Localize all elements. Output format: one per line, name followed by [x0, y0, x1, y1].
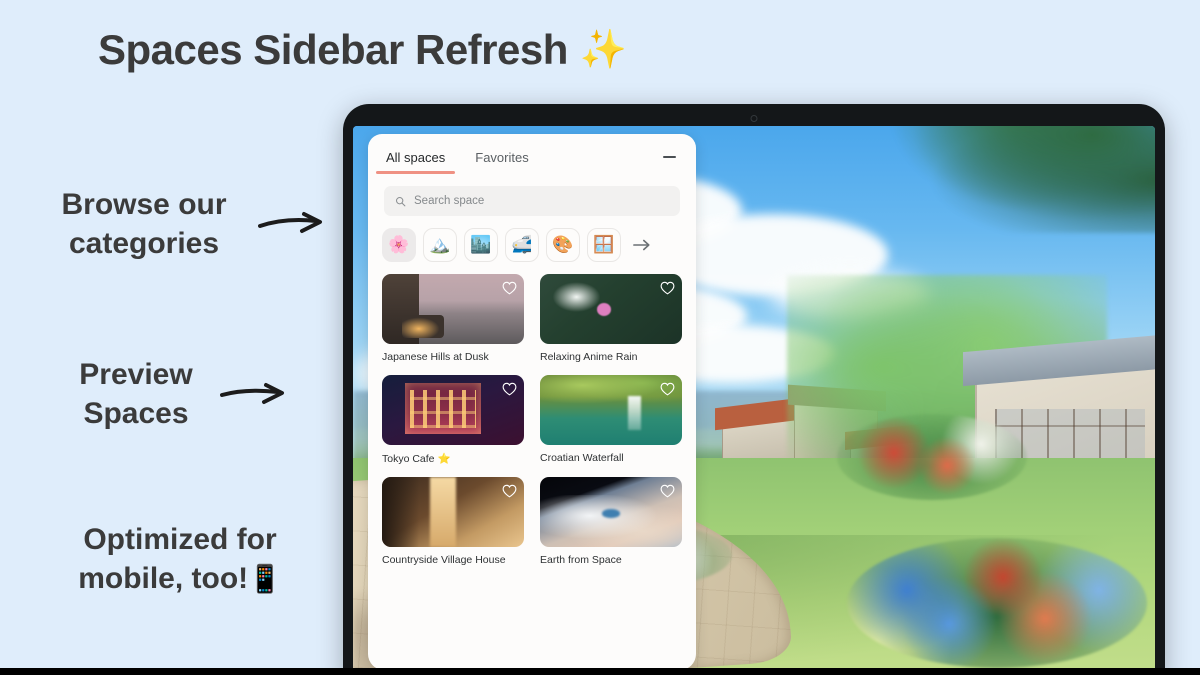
annotation-preview-spaces: Preview Spaces — [66, 355, 336, 433]
favorite-button[interactable] — [659, 279, 676, 296]
heart-icon — [502, 281, 517, 294]
cityscape-icon: 🏙️ — [470, 235, 492, 254]
space-thumbnail — [540, 477, 682, 547]
palette-icon: 🎨 — [552, 235, 574, 254]
space-card[interactable]: Relaxing Anime Rain — [540, 274, 682, 363]
heart-icon — [502, 484, 517, 497]
wallpaper-flowerbed — [846, 537, 1147, 668]
annotation-mobile-optimized: Optimized for mobile, too!📱 — [30, 520, 340, 598]
sidebar-tabs: All spaces Favorites — [368, 134, 696, 174]
arrow-right-icon — [633, 239, 650, 251]
category-chip-train[interactable]: 🚅 — [505, 228, 539, 262]
space-title: Tokyo Cafe ⭐ — [382, 453, 451, 465]
space-card[interactable]: Croatian Waterfall — [540, 375, 682, 465]
favorite-button[interactable] — [659, 380, 676, 397]
wallpaper-flowerbed — [836, 413, 1027, 500]
spaces-sidebar-panel: All spaces Favorites Search space 🌸 🏔️ 🏙… — [368, 134, 696, 668]
space-thumbnail — [382, 274, 524, 344]
category-filter-row: 🌸 🏔️ 🏙️ 🚅 🎨 🪟 — [368, 216, 696, 272]
minimize-button[interactable] — [658, 146, 680, 168]
annotation-mobile-optimized-label: Optimized for mobile, too!📱 — [30, 520, 330, 598]
annotation-preview-spaces-label: Preview Spaces — [79, 358, 193, 430]
favorite-button[interactable] — [501, 482, 518, 499]
space-card[interactable]: Earth from Space — [540, 477, 682, 566]
search-placeholder: Search space — [414, 195, 485, 207]
category-chip-mountain[interactable]: 🏔️ — [423, 228, 457, 262]
slide-canvas: Spaces Sidebar Refresh ✨ Browse our cate… — [0, 0, 1200, 668]
tab-favorites[interactable]: Favorites — [473, 146, 530, 174]
space-thumbnail — [382, 477, 524, 547]
space-title: Earth from Space — [540, 554, 622, 566]
category-chip-window[interactable]: 🪟 — [587, 228, 621, 262]
search-input[interactable]: Search space — [384, 186, 680, 216]
heart-icon — [502, 382, 517, 395]
space-card[interactable]: Japanese Hills at Dusk — [382, 274, 524, 363]
annotation-browse-categories: Browse our categories — [44, 185, 334, 263]
annotation-mobile-optimized-text: Optimized for mobile, too! — [78, 523, 277, 595]
wallpaper-tree — [889, 126, 1155, 233]
favorite-button[interactable] — [659, 482, 676, 499]
space-card[interactable]: Countryside Village House — [382, 477, 524, 566]
bottom-bar — [0, 668, 1200, 675]
favorite-button[interactable] — [501, 279, 518, 296]
heart-icon — [660, 382, 675, 395]
category-chip-art[interactable]: 🎨 — [546, 228, 580, 262]
right-arrow-icon — [220, 383, 284, 404]
sparkles-icon: ✨ — [579, 29, 627, 71]
minimize-icon — [662, 156, 676, 158]
space-title: Japanese Hills at Dusk — [382, 351, 489, 363]
favorite-button[interactable] — [501, 380, 518, 397]
blossom-icon: 🌸 — [388, 235, 410, 254]
space-title: Croatian Waterfall — [540, 452, 624, 464]
space-thumbnail — [540, 375, 682, 445]
tab-all-spaces[interactable]: All spaces — [375, 146, 456, 174]
search-icon — [395, 196, 406, 206]
categories-next-button[interactable] — [631, 234, 653, 256]
tablet-device: All spaces Favorites Search space 🌸 🏔️ 🏙… — [343, 104, 1165, 668]
right-arrow-icon — [258, 212, 322, 233]
category-chip-blossom[interactable]: 🌸 — [382, 228, 416, 262]
page-title-text: Spaces Sidebar Refresh — [98, 26, 568, 73]
heart-icon — [660, 484, 675, 497]
tablet-screen: All spaces Favorites Search space 🌸 🏔️ 🏙… — [353, 126, 1155, 668]
train-icon: 🚅 — [511, 235, 533, 254]
spaces-grid: Japanese Hills at Dusk Relaxing Anime Ra… — [368, 272, 696, 668]
space-title: Countryside Village House — [382, 554, 506, 566]
space-title: Relaxing Anime Rain — [540, 351, 638, 363]
page-title: Spaces Sidebar Refresh ✨ — [98, 26, 627, 74]
space-card[interactable]: Tokyo Cafe ⭐ — [382, 375, 524, 465]
space-thumbnail — [540, 274, 682, 344]
camera-icon — [750, 115, 758, 122]
space-thumbnail — [382, 375, 524, 445]
mountain-icon: 🏔️ — [429, 235, 451, 254]
heart-icon — [660, 281, 675, 294]
annotation-browse-categories-label: Browse our categories — [61, 188, 227, 260]
category-chip-cityscape[interactable]: 🏙️ — [464, 228, 498, 262]
window-icon: 🪟 — [593, 235, 615, 254]
mobile-phone-icon: 📱 — [248, 564, 282, 594]
